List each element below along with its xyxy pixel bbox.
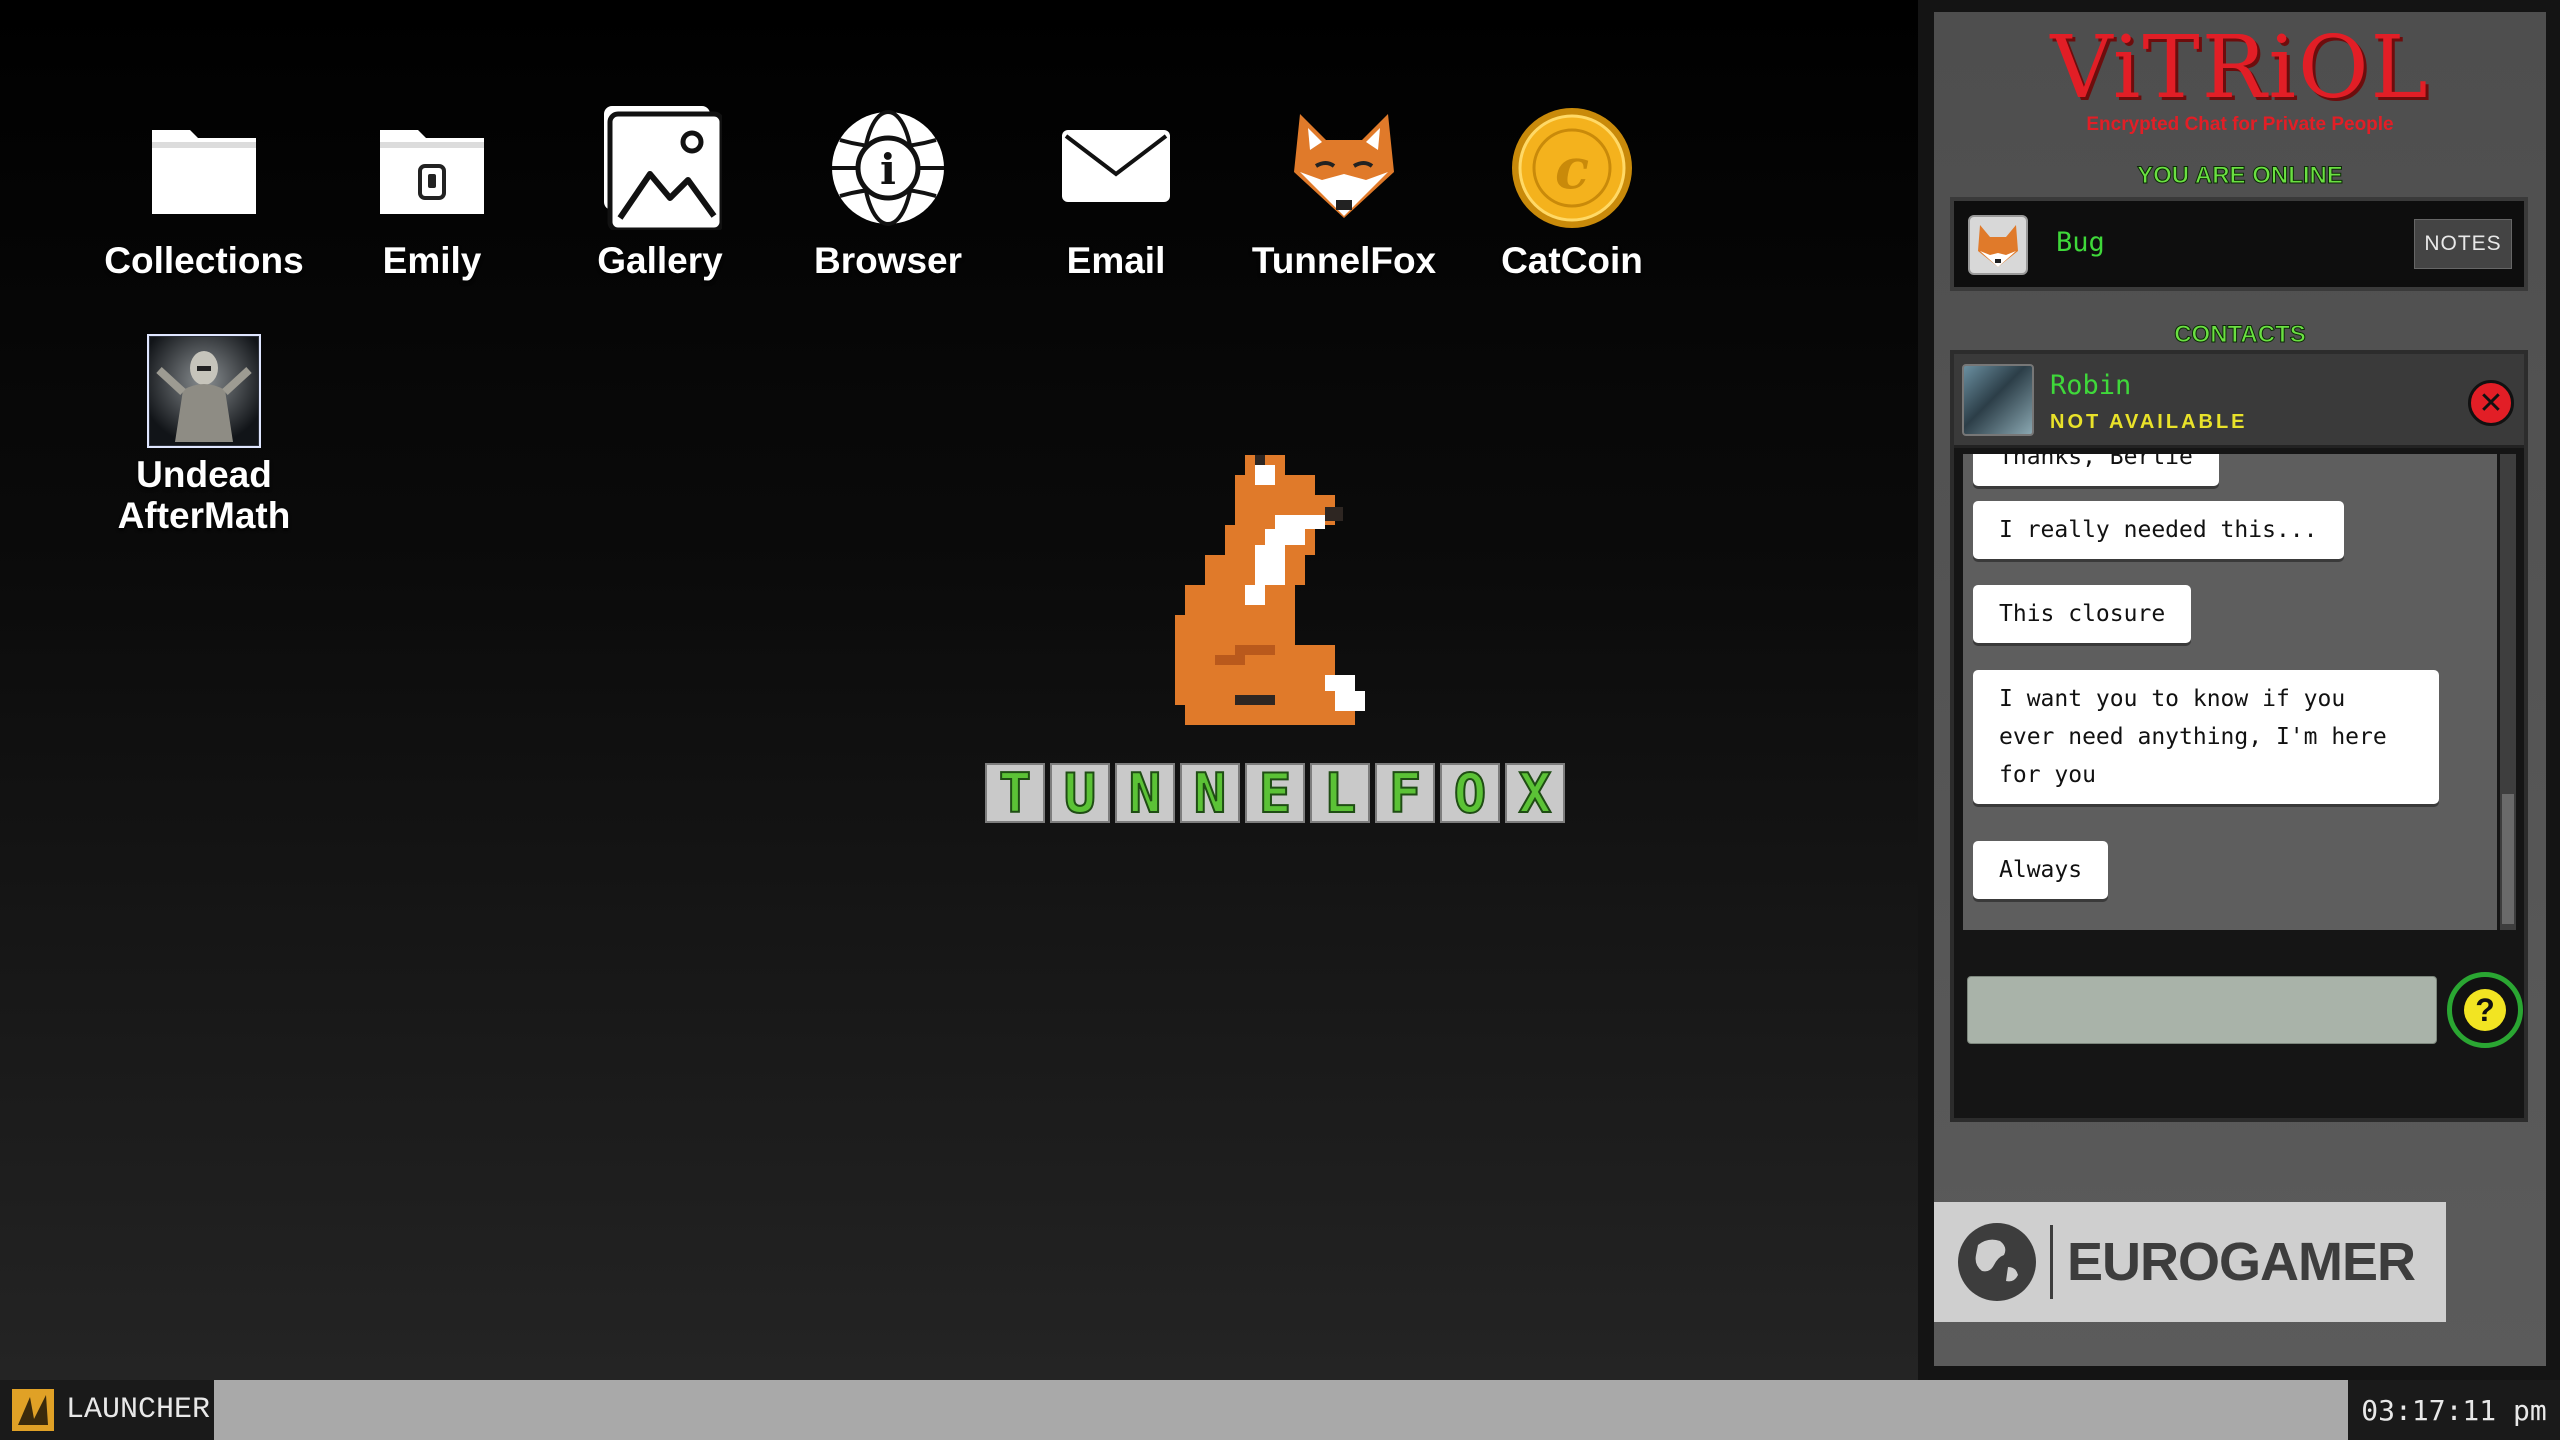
logo-letter: N: [1115, 761, 1175, 826]
desktop-icon-label: Undead AfterMath: [90, 454, 318, 536]
coin-icon: c: [1510, 106, 1634, 230]
logo-letter: O: [1440, 761, 1500, 826]
chat-panel-body: ViTRiOL Encrypted Chat for Private Peopl…: [1934, 12, 2546, 1366]
launcher-label: LAUNCHER: [66, 1393, 211, 1427]
chat-message: Thanks, Bertie: [1973, 454, 2219, 486]
logo-letter: X: [1505, 761, 1565, 826]
launcher-icon: [12, 1389, 54, 1431]
desktop-icon-catcoin[interactable]: c CatCoin: [1458, 106, 1686, 282]
desktop-icon-browser[interactable]: i Browser: [774, 106, 1002, 282]
fox-avatar-icon: [1978, 225, 2018, 267]
desktop-icon-label: Emily: [382, 240, 482, 281]
globe-logo-icon: [1958, 1223, 2036, 1301]
app-tagline: Encrypted Chat for Private People: [2086, 114, 2394, 135]
desktop-icon-collections[interactable]: Collections: [90, 106, 318, 282]
chat-message: I really needed this...: [1973, 501, 2344, 559]
avatar: [1962, 364, 2034, 436]
svg-text:c: c: [1555, 136, 1589, 202]
fox-icon: [1282, 106, 1406, 230]
desktop-icon-tunnelfox[interactable]: TunnelFox: [1230, 106, 1458, 282]
tunnelfox-logo: T U N N E L F O X: [985, 445, 1575, 830]
logo-letter: F: [1375, 761, 1435, 826]
chat-message: This closure: [1973, 585, 2192, 643]
current-user-row: Bug NOTES: [1950, 197, 2528, 291]
desktop-icon-label: Browser: [813, 240, 963, 281]
logo-divider: [2050, 1225, 2053, 1299]
taskbar: LAUNCHER 03:17:11 pm: [0, 1380, 2560, 1440]
message-input[interactable]: [1967, 976, 2437, 1044]
folder-icon: [142, 106, 266, 230]
game-title-line2: AfterMath: [117, 495, 291, 536]
zombie-thumbnail-icon: [147, 334, 261, 448]
chat-message: I want you to know if you ever need anyt…: [1973, 670, 2439, 804]
notes-button[interactable]: NOTES: [2414, 219, 2512, 269]
logo-letter: E: [1245, 761, 1305, 826]
contact-row-robin[interactable]: Robin NOT AVAILABLE ✕: [1954, 354, 2524, 448]
logo-letter: L: [1310, 761, 1370, 826]
desktop-icon-label: TunnelFox: [1251, 240, 1437, 281]
contacts-header: CONTACTS: [2174, 321, 2307, 349]
desktop-icon-label: CatCoin: [1501, 240, 1643, 281]
message-scrollbar[interactable]: [2500, 454, 2516, 930]
globe-info-icon: i: [826, 106, 950, 230]
desktop-icon-label: Gallery: [597, 240, 723, 281]
logo-letter: N: [1180, 761, 1240, 826]
logo-letter: U: [1050, 761, 1110, 826]
message-list[interactable]: Thanks, Bertie I really needed this... T…: [1963, 454, 2497, 930]
desktop-icon-label: Collections: [104, 240, 304, 281]
online-status: YOU ARE ONLINE: [2137, 162, 2344, 190]
contact-name: Robin: [2050, 370, 2132, 401]
pixel-fox-icon: [1175, 455, 1365, 725]
question-mark-icon: ?: [2464, 989, 2506, 1031]
contact-status: NOT AVAILABLE: [2050, 411, 2248, 433]
conversation-window: Robin NOT AVAILABLE ✕ Thanks, Bertie I r…: [1950, 350, 2528, 1122]
svg-text:i: i: [880, 145, 896, 194]
desktop-icon-label: Email: [1066, 240, 1166, 281]
close-x-icon[interactable]: ✕: [2468, 380, 2514, 426]
desktop-icon-undead-aftermath[interactable]: Undead AfterMath: [90, 334, 318, 536]
gallery-icon: [598, 106, 725, 233]
avatar: [1968, 215, 2028, 275]
taskbar-clock: 03:17:11 pm: [2348, 1380, 2560, 1440]
tunnelfox-wordmark: T U N N E L F O X: [985, 761, 1565, 826]
chat-message: Always: [1973, 841, 2109, 899]
app-title: ViTRiOL: [2050, 18, 2430, 118]
scrollbar-thumb[interactable]: [2502, 794, 2514, 924]
desktop-icon-emily[interactable]: Emily: [318, 106, 546, 282]
eurogamer-watermark: EUROGAMER: [1934, 1202, 2446, 1322]
envelope-icon: [1054, 106, 1178, 230]
game-title-line1: Undead: [136, 454, 272, 495]
eurogamer-text: EUROGAMER: [2067, 1232, 2416, 1292]
vitriol-chat-panel: ViTRiOL Encrypted Chat for Private Peopl…: [1918, 0, 2560, 1380]
desktop-icon-email[interactable]: Email: [1002, 106, 1230, 282]
logo-letter: T: [985, 761, 1045, 826]
help-button[interactable]: ?: [2447, 972, 2523, 1048]
desktop-icon-gallery[interactable]: Gallery: [546, 106, 774, 282]
locked-folder-icon: [370, 106, 494, 230]
current-user-name: Bug: [2056, 227, 2105, 258]
launcher-button[interactable]: LAUNCHER: [0, 1380, 214, 1440]
